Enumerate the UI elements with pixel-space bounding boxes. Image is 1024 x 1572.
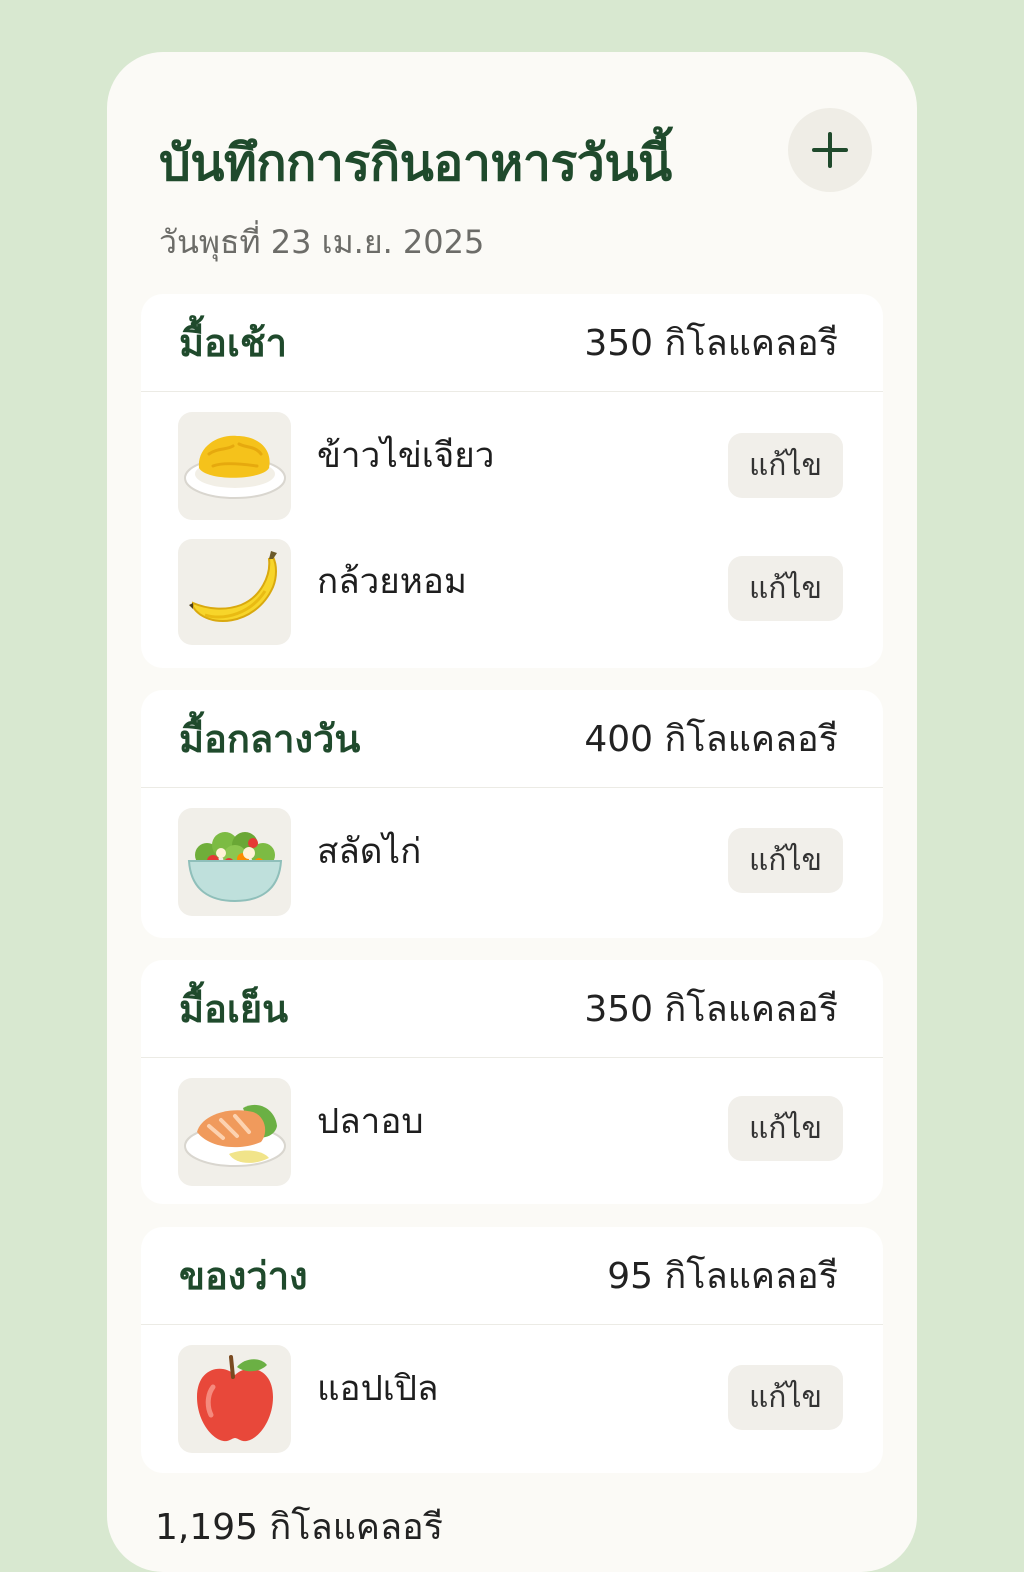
food-item: สลัดไก่ แก้ไข [141, 788, 883, 916]
meal-header: ของว่าง 95 กิโลแคลอรี [141, 1227, 883, 1325]
banana-icon [178, 539, 291, 645]
food-name: ข้าวไข่เจียว [317, 436, 495, 476]
food-name: สลัดไก่ [317, 832, 422, 872]
apple-icon [178, 1345, 291, 1453]
add-meal-button[interactable] [788, 108, 872, 192]
edit-button[interactable]: แก้ไข [728, 433, 843, 498]
date-label: วันพุธที่ 23 เม.ย. 2025 [159, 223, 485, 261]
total-calories: 1,195 กิโลแคลอรี [155, 1507, 443, 1548]
meal-calories: 95 กิโลแคลอรี [607, 1256, 838, 1297]
plus-icon [812, 132, 848, 168]
meal-name: มื้อเช้า [179, 321, 287, 365]
page-title: บันทึกการกินอาหารวันนี้ [159, 134, 672, 192]
meal-card-dinner: มื้อเย็น 350 กิโลแคลอรี ปลาอบ แก้ไข [141, 960, 883, 1204]
food-name: ปลาอบ [317, 1102, 424, 1142]
meal-header: มื้อกลางวัน 400 กิโลแคลอรี [141, 690, 883, 788]
meal-card-lunch: มื้อกลางวัน 400 กิโลแคลอรี สลัดไก่ แก้ไข [141, 690, 883, 938]
meal-header: มื้อเย็น 350 กิโลแคลอรี [141, 960, 883, 1058]
meal-calories: 400 กิโลแคลอรี [584, 719, 838, 760]
food-name: แอปเปิล [317, 1369, 439, 1409]
chicken-salad-icon [178, 808, 291, 916]
edit-button[interactable]: แก้ไข [728, 1365, 843, 1430]
edit-button[interactable]: แก้ไข [728, 1096, 843, 1161]
meal-name: ของว่าง [179, 1254, 308, 1298]
food-item: กล้วยหอม แก้ไข [141, 518, 883, 645]
food-item: ข้าวไข่เจียว แก้ไข [141, 392, 883, 520]
food-name: กล้วยหอม [317, 562, 467, 602]
meal-header: มื้อเช้า 350 กิโลแคลอรี [141, 294, 883, 392]
food-item: แอปเปิล แก้ไข [141, 1325, 883, 1453]
omelette-rice-icon [178, 412, 291, 520]
baked-fish-icon [178, 1078, 291, 1186]
food-item: ปลาอบ แก้ไข [141, 1058, 883, 1186]
meal-calories: 350 กิโลแคลอรี [584, 989, 838, 1030]
meal-card-snack: ของว่าง 95 กิโลแคลอรี แอปเปิล แก้ไข [141, 1227, 883, 1473]
edit-button[interactable]: แก้ไข [728, 556, 843, 621]
meal-name: มื้อเย็น [179, 987, 289, 1031]
meal-calories: 350 กิโลแคลอรี [584, 323, 838, 364]
edit-button[interactable]: แก้ไข [728, 828, 843, 893]
meal-card-breakfast: มื้อเช้า 350 กิโลแคลอรี ข้าวไข่เจียว แก้… [141, 294, 883, 668]
food-log-screen: บันทึกการกินอาหารวันนี้ วันพุธที่ 23 เม.… [107, 52, 917, 1572]
meal-name: มื้อกลางวัน [179, 717, 361, 761]
